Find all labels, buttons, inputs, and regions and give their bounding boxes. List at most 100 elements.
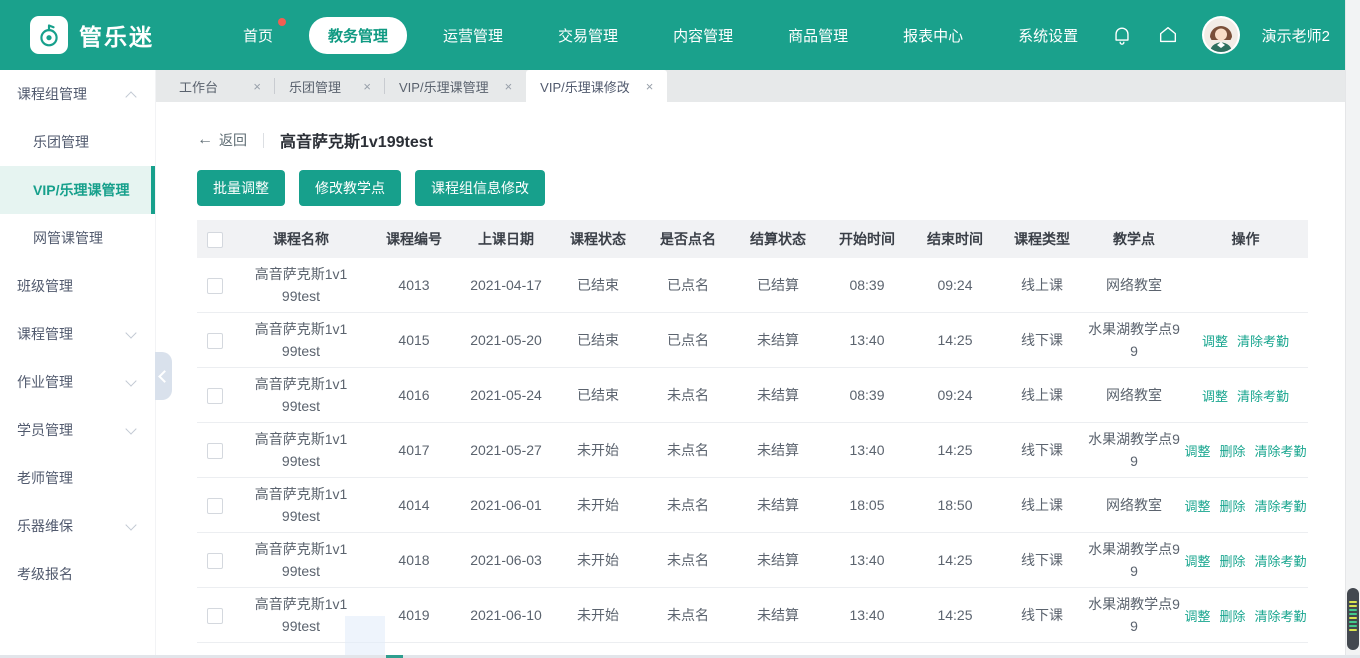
main-nav: 首页 教务管理 运营管理 交易管理 内容管理 商品管理 报表中心 系统设置 (224, 16, 1097, 54)
delete-link[interactable]: 删除 (1219, 496, 1245, 515)
adjust-link[interactable]: 调整 (1184, 441, 1210, 460)
course-name-text: 高音萨克斯1v199test (254, 540, 348, 579)
back-button[interactable]: ← 返回 (197, 130, 247, 150)
user-name[interactable]: 演示老师2 (1262, 25, 1330, 46)
adjust-link[interactable]: 调整 (1202, 331, 1228, 350)
back-arrow-icon: ← (197, 131, 213, 148)
notifications-bell-icon[interactable] (1110, 23, 1134, 47)
sidebar-item-teacher-mgmt[interactable]: 老师管理 (0, 454, 155, 502)
cell-rollcall: 未点名 (667, 442, 709, 458)
app-logo-text: 管乐迷 (79, 24, 154, 50)
tab-band-mgmt[interactable]: 乐团管理 × (275, 70, 385, 102)
row-checkbox[interactable] (207, 387, 223, 404)
nav-item-operations[interactable]: 运营管理 (424, 17, 522, 54)
delete-link[interactable]: 删除 (1219, 551, 1245, 570)
adjust-link[interactable]: 调整 (1184, 606, 1210, 625)
cell-name: 高音萨克斯1v199test (233, 483, 369, 528)
vertical-divider (263, 132, 264, 148)
sidebar-item-course-group-mgmt[interactable]: 课程组管理 (0, 70, 155, 118)
venue-text: 水果湖教学点99 (1088, 320, 1180, 359)
nav-item-academic-affairs[interactable]: 教务管理 (309, 16, 408, 54)
cell-start: 08:39 (849, 387, 885, 403)
tab-close-icon[interactable]: × (253, 79, 261, 94)
sidebar-item-band-mgmt[interactable]: 乐团管理 (0, 118, 155, 166)
cell-status: 未开始 (577, 607, 619, 623)
cell-venue: 网络教室 (1085, 274, 1183, 296)
scrollbar-track[interactable] (1345, 0, 1360, 658)
tab-workbench[interactable]: 工作台 × (165, 70, 275, 102)
sidebar-item-instrument-maintenance[interactable]: 乐器维保 (0, 502, 155, 550)
row-checkbox[interactable] (207, 442, 223, 459)
delete-link[interactable]: 删除 (1219, 606, 1245, 625)
avatar[interactable] (1201, 16, 1240, 54)
batch-adjust-button[interactable]: 批量调整 (197, 170, 285, 206)
nav-item-reports[interactable]: 报表中心 (884, 17, 982, 54)
cell-name: 高音萨克斯1v199test (233, 318, 369, 363)
clear-attendance-link[interactable]: 清除考勤 (1237, 386, 1289, 405)
cell-rollcall: 未点名 (667, 552, 709, 568)
row-select-cell (197, 606, 233, 624)
cell-rollcall: 未点名 (667, 607, 709, 623)
tab-close-icon[interactable]: × (505, 79, 513, 94)
clear-attendance-link[interactable]: 清除考勤 (1255, 551, 1307, 570)
sidebar-item-student-mgmt[interactable]: 学员管理 (0, 406, 155, 454)
row-select-cell (197, 276, 233, 294)
column-header: 教学点 (1113, 231, 1155, 247)
tab-vip-theory-course-edit[interactable]: VIP/乐理课修改 × (526, 70, 668, 102)
tab-vip-theory-course-mgmt[interactable]: VIP/乐理课管理 × (385, 70, 526, 102)
sidebar-item-label: 课程管理 (17, 326, 73, 342)
sidebar-item-class-mgmt[interactable]: 班级管理 (0, 262, 155, 310)
select-all-checkbox[interactable] (207, 231, 223, 248)
table-header-row: 课程名称 课程编号 上课日期 课程状态 是否点名 结算状态 开始时间 结束时间 课程类型 教学点 操… (197, 220, 1308, 258)
nav-item-home[interactable]: 首页 (224, 17, 292, 54)
cell-start: 13:40 (849, 552, 885, 568)
cell-status: 未开始 (577, 552, 619, 568)
cell-end: 14:25 (937, 442, 973, 458)
sidebar-item-label: 作业管理 (17, 374, 73, 390)
tab-close-icon[interactable]: × (646, 79, 654, 94)
delete-link[interactable]: 删除 (1219, 441, 1245, 460)
sidebar-item-course-mgmt[interactable]: 课程管理 (0, 310, 155, 358)
row-checkbox[interactable] (207, 332, 223, 349)
sidebar-item-online-admin-course-mgmt[interactable]: 网管课管理 (0, 214, 155, 262)
adjust-link[interactable]: 调整 (1184, 496, 1210, 515)
column-header: 课程状态 (570, 231, 626, 247)
row-checkbox[interactable] (207, 552, 223, 569)
change-teaching-point-button[interactable]: 修改教学点 (299, 170, 401, 206)
sidebar-item-exam-registration[interactable]: 考级报名 (0, 550, 155, 598)
chevron-left-icon (158, 369, 171, 383)
scrollbar-thumb[interactable] (1347, 588, 1359, 650)
row-checkbox[interactable] (207, 607, 223, 624)
cell-name: 高音萨克斯1v199test (233, 373, 369, 418)
cell-status: 已结束 (577, 332, 619, 348)
nav-item-label: 教务管理 (328, 27, 389, 45)
tab-close-icon[interactable]: × (363, 79, 371, 94)
row-checkbox[interactable] (207, 497, 223, 514)
nav-item-content[interactable]: 内容管理 (654, 17, 752, 54)
cell-type: 线上课 (1021, 497, 1063, 513)
clear-attendance-link[interactable]: 清除考勤 (1255, 496, 1307, 515)
nav-item-settings[interactable]: 系统设置 (999, 17, 1097, 54)
adjust-link[interactable]: 调整 (1184, 551, 1210, 570)
nav-item-goods[interactable]: 商品管理 (769, 17, 867, 54)
nav-item-transactions[interactable]: 交易管理 (539, 17, 637, 54)
cell-date: 2021-05-20 (470, 332, 542, 348)
cell-settle: 未结算 (757, 442, 799, 458)
sidebar-collapse-handle[interactable] (155, 352, 172, 400)
cell-end: 14:25 (937, 332, 973, 348)
cell-venue: 网络教室 (1085, 384, 1183, 406)
app-logo-icon[interactable] (30, 16, 68, 54)
edit-course-group-info-button[interactable]: 课程组信息修改 (415, 170, 545, 206)
home-icon[interactable] (1156, 23, 1180, 47)
row-checkbox[interactable] (207, 277, 223, 294)
clear-attendance-link[interactable]: 清除考勤 (1255, 606, 1307, 625)
cell-status: 未开始 (577, 497, 619, 513)
sidebar-item-homework-mgmt[interactable]: 作业管理 (0, 358, 155, 406)
notification-dot-icon (278, 17, 287, 26)
clear-attendance-link[interactable]: 清除考勤 (1237, 331, 1289, 350)
sidebar-item-vip-theory-course-mgmt[interactable]: VIP/乐理课管理 (0, 166, 155, 214)
adjust-link[interactable]: 调整 (1202, 386, 1228, 405)
course-name-text: 高音萨克斯1v199test (254, 375, 348, 414)
row-actions: 调整 删除 清除考勤 (1183, 551, 1308, 570)
clear-attendance-link[interactable]: 清除考勤 (1255, 441, 1307, 460)
